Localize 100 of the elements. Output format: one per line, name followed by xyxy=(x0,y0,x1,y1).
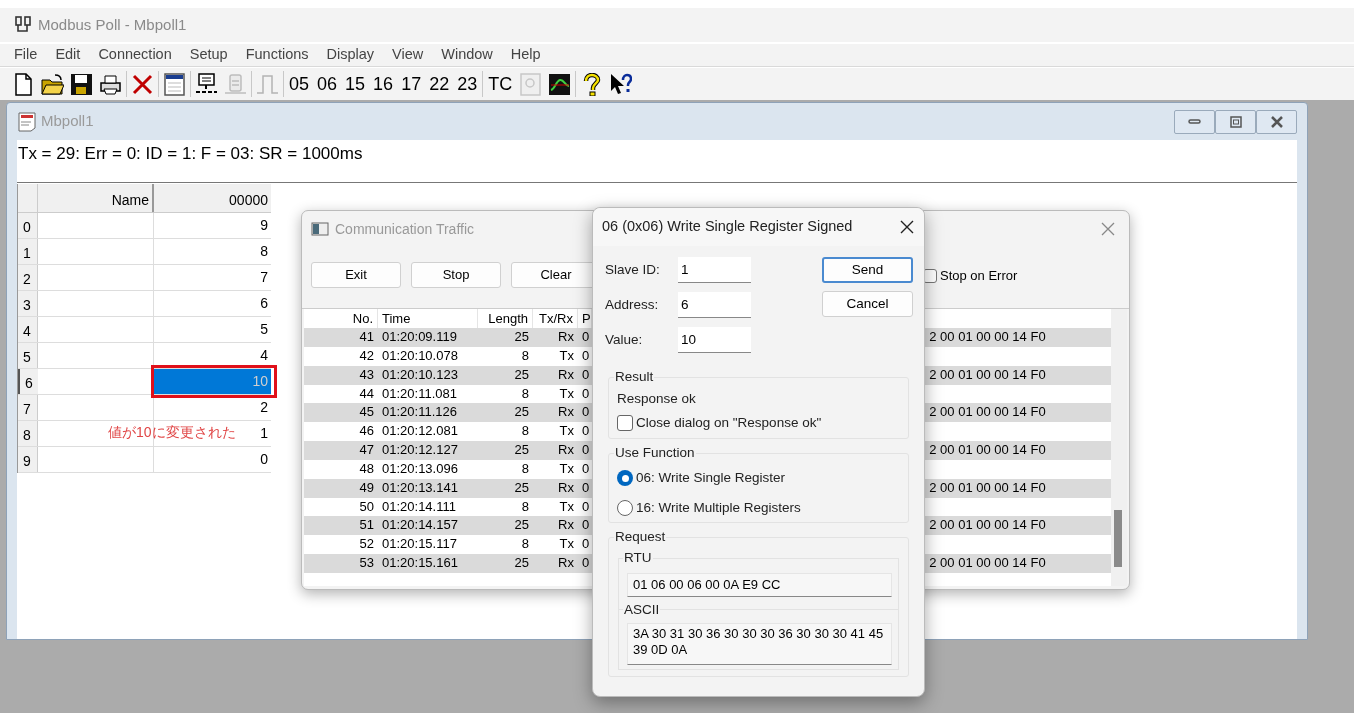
cell-value: 9 xyxy=(260,217,268,235)
table-cell-text: 01:20:14.111 xyxy=(381,497,457,516)
toolbar-button[interactable]: 15 xyxy=(344,75,367,93)
close-button[interactable] xyxy=(1256,109,1297,134)
table-row[interactable]: 2 7 xyxy=(18,265,271,291)
table-row[interactable]: 4 5 xyxy=(18,317,271,343)
input-field[interactable]: 6 xyxy=(678,292,751,318)
table-cell-text: Rx xyxy=(557,478,575,497)
row-header: 2 xyxy=(18,265,38,290)
table-cell-text: 01:20:11.081 xyxy=(381,384,458,403)
window-icon[interactable] xyxy=(311,222,329,236)
window-title: Communication Traffic xyxy=(335,219,474,239)
table-row[interactable]: 6 10 xyxy=(18,369,271,395)
menu-item[interactable]: File xyxy=(5,44,47,66)
window-icon[interactable] xyxy=(163,72,186,96)
scrollbar-thumb[interactable] xyxy=(1114,510,1122,567)
table-row[interactable]: 1 8 xyxy=(18,239,271,265)
menu-item[interactable]: Window xyxy=(432,44,502,66)
field-label: Address: xyxy=(605,295,660,314)
table-cell-text: 42 xyxy=(358,346,375,365)
cell-value: 2 xyxy=(260,399,268,417)
table-cell-text: 01:20:13.141 xyxy=(381,478,459,497)
table-row[interactable]: 0 9 xyxy=(18,213,271,239)
table-cell-text: 0 xyxy=(581,422,590,441)
input-field[interactable]: 1 xyxy=(678,257,751,283)
table-cell-text: Rx xyxy=(557,403,575,422)
table-cell-text: 51 xyxy=(358,516,375,535)
checkbox[interactable] xyxy=(617,415,633,432)
toolbar-button[interactable]: 05 xyxy=(288,75,311,93)
menu-item[interactable]: Functions xyxy=(236,44,318,66)
menu-item[interactable]: Display xyxy=(317,44,384,66)
menu-item[interactable]: View xyxy=(383,44,433,66)
row-header: 4 xyxy=(18,317,38,342)
table-cell-text: 2 00 01 00 00 14 F0 xyxy=(929,478,1046,497)
app-icon[interactable] xyxy=(14,15,34,35)
minimize-icon xyxy=(1188,119,1201,124)
output-field[interactable]: 01 06 00 06 00 0A E9 CC xyxy=(627,572,892,597)
dialog-button[interactable]: Cancel xyxy=(822,291,913,317)
table-cell-text: 25 xyxy=(513,516,530,535)
table-cell-text: 8 xyxy=(520,384,530,403)
table-cell-text: 0 xyxy=(581,497,590,516)
document-icon[interactable] xyxy=(17,111,37,132)
maximize-icon xyxy=(1229,115,1242,128)
context-help-icon[interactable] xyxy=(609,72,633,96)
table-cell: 2 00 01 00 00 14 F0 xyxy=(929,441,1046,460)
radio-button[interactable] xyxy=(617,470,633,487)
dialog-button[interactable]: Send xyxy=(822,257,913,283)
table-cell-text: 2 00 01 00 00 14 F0 xyxy=(929,328,1046,346)
toolbar-button[interactable]: 22 xyxy=(428,75,451,93)
toolbar-button[interactable]: TC xyxy=(487,75,514,93)
menu-item[interactable]: Setup xyxy=(180,44,237,66)
table-cell-text: 25 xyxy=(513,328,530,346)
menu-item[interactable]: Connection xyxy=(89,44,181,66)
minimize-button[interactable] xyxy=(1174,109,1215,134)
folder-icon[interactable] xyxy=(41,72,64,96)
radio-button[interactable] xyxy=(617,500,633,517)
delete-icon[interactable] xyxy=(131,72,154,96)
menu-item[interactable]: Help xyxy=(501,44,550,66)
table-cell-text: 53 xyxy=(358,554,375,573)
close-icon xyxy=(1270,115,1283,128)
table-cell-text: Tx xyxy=(558,422,575,441)
cell-value: 4 xyxy=(260,347,268,365)
close-icon[interactable] xyxy=(900,220,914,234)
table-cell-text: 52 xyxy=(358,535,375,554)
maximize-button[interactable] xyxy=(1215,109,1256,134)
row-header: 7 xyxy=(18,395,38,420)
new-document-icon[interactable] xyxy=(12,72,35,96)
table-cell-text: 44 xyxy=(358,384,375,403)
printer-icon[interactable] xyxy=(99,72,122,96)
field-label: Value: xyxy=(605,330,644,349)
table-cell-text: 49 xyxy=(358,478,375,497)
table-row[interactable]: 9 0 xyxy=(18,447,271,473)
toolbar-button[interactable]: 16 xyxy=(372,75,395,93)
computer-icon[interactable] xyxy=(195,72,218,96)
table-cell-text: 0 xyxy=(581,365,590,384)
chart-icon[interactable] xyxy=(548,72,572,96)
toolbar-button[interactable]: 06 xyxy=(316,75,339,93)
table-cell-text: 48 xyxy=(358,459,375,478)
input-field[interactable]: 10 xyxy=(678,327,751,353)
toolbar-button[interactable]: 17 xyxy=(400,75,423,93)
table-cell-text: 2 00 01 00 00 14 F0 xyxy=(929,516,1046,535)
table-cell-text: 8 xyxy=(520,422,530,441)
annotation-text: 値が10に変更された xyxy=(108,423,236,442)
cell-value: 10 xyxy=(252,373,268,391)
table-cell-text: Rx xyxy=(557,328,575,346)
table-cell-text: 50 xyxy=(358,497,375,516)
toolbar-button[interactable]: 23 xyxy=(456,75,479,93)
table-cell-text: 25 xyxy=(513,403,530,422)
table-cell-text: 0 xyxy=(581,441,590,460)
table-row[interactable]: 7 2 xyxy=(18,395,271,421)
table-cell-text: 0 xyxy=(581,516,590,535)
table-row[interactable]: 3 6 xyxy=(18,291,271,317)
action-button[interactable]: Exit xyxy=(311,262,401,288)
action-button[interactable]: Stop xyxy=(411,262,501,288)
output-field[interactable]: 3A 30 31 30 36 30 30 30 36 30 30 30 41 45 39 0D 0A xyxy=(627,623,892,665)
table-cell-text: 01:20:13.096 xyxy=(381,459,459,478)
table-cell-text: 0 xyxy=(581,328,590,346)
table-cell-text: 0 xyxy=(581,403,590,422)
menu-item[interactable]: Edit xyxy=(46,44,90,66)
table-cell-text: 0 xyxy=(581,384,590,403)
